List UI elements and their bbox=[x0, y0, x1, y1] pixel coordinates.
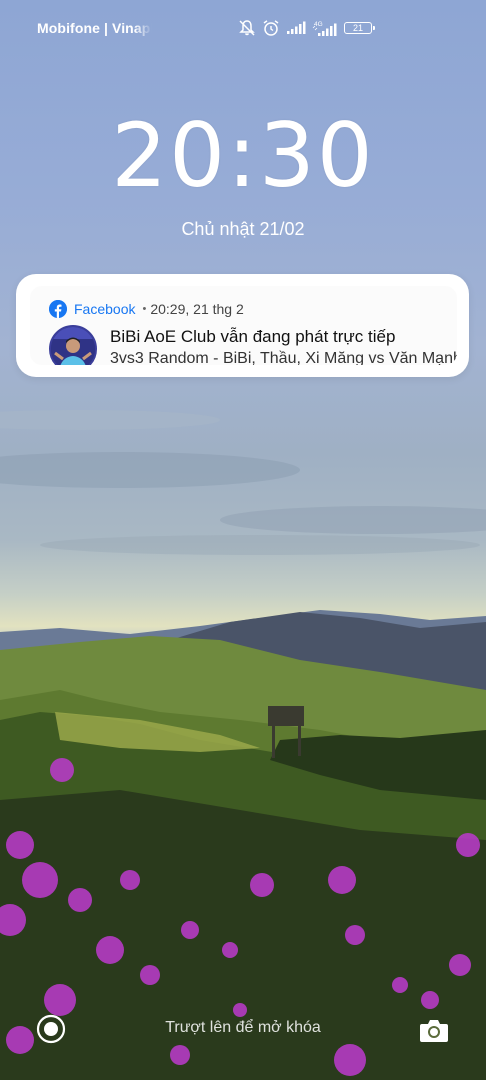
lock-screen: Mobifone | Vinaphone 4G bbox=[0, 0, 486, 1080]
status-bar: Mobifone | Vinaphone 4G bbox=[0, 0, 486, 58]
notification-body: 3vs3 Random - BiBi, Thầu, Xi Măng vs Văn… bbox=[110, 350, 457, 365]
network-type-label: 4G bbox=[314, 21, 323, 28]
signal-4g-icon: 4G bbox=[312, 21, 337, 36]
notification-card[interactable]: Facebook • 20:29, 21 thg 2 BiBi AoE Club… bbox=[16, 274, 469, 377]
facebook-icon bbox=[49, 300, 67, 318]
battery-icon: 21 bbox=[344, 22, 375, 34]
notification-content[interactable]: Facebook • 20:29, 21 thg 2 BiBi AoE Club… bbox=[30, 286, 457, 365]
unlock-hint: Trượt lên để mở khóa bbox=[165, 1019, 321, 1036]
notification-title: BiBi AoE Club vẫn đang phát trực tiếp bbox=[110, 327, 396, 346]
lock-clock: 20:30 bbox=[111, 104, 375, 207]
notification-time: 20:29, 21 thg 2 bbox=[150, 301, 244, 317]
notification-header: Facebook • 20:29, 21 thg 2 bbox=[49, 299, 244, 319]
mute-icon bbox=[239, 20, 255, 36]
lock-date: Chủ nhật 21/02 bbox=[181, 219, 305, 239]
carrier-name: Mobifone | Vinaphone bbox=[37, 20, 152, 36]
battery-level: 21 bbox=[352, 22, 363, 33]
avatar bbox=[49, 325, 97, 365]
camera-icon[interactable] bbox=[418, 1015, 450, 1045]
header-separator: • bbox=[142, 303, 147, 315]
signal-icon bbox=[287, 21, 306, 34]
status-icons: 4G 21 bbox=[238, 17, 375, 39]
notification-app-name: Facebook bbox=[74, 301, 136, 317]
alarm-icon bbox=[263, 20, 279, 36]
